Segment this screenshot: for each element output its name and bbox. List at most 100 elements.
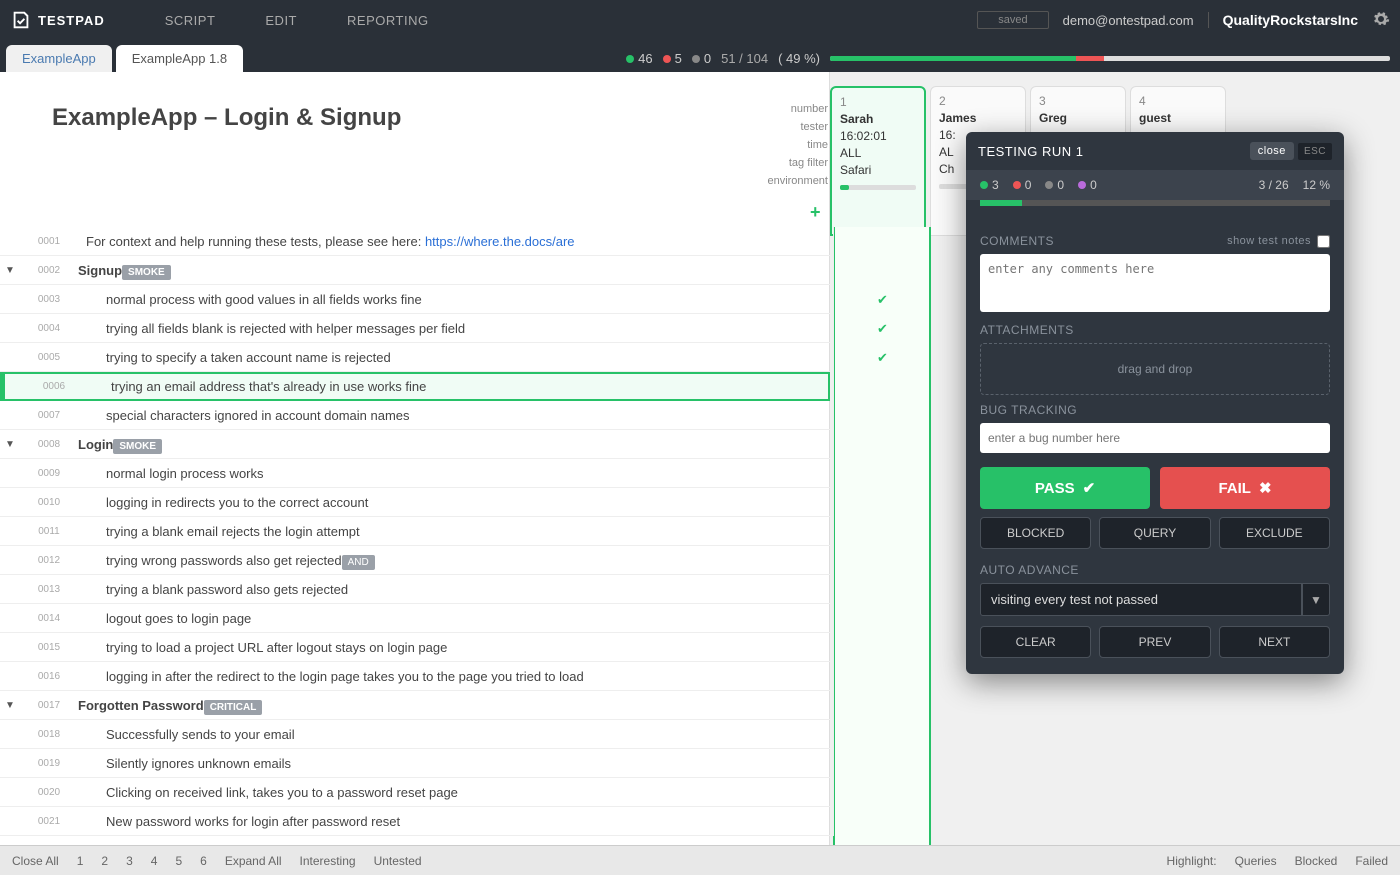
comments-input[interactable] [980,254,1330,312]
exclude-button[interactable]: EXCLUDE [1219,517,1330,549]
test-row[interactable]: 0016logging in after the redirect to the… [0,662,830,691]
test-row[interactable]: 0021New password works for login after p… [0,807,830,836]
footer-1[interactable]: 1 [77,854,84,868]
test-row[interactable]: 0015trying to load a project URL after l… [0,633,830,662]
esc-badge: ESC [1298,143,1332,160]
test-row[interactable]: 0001For context and help running these t… [0,227,830,256]
test-row[interactable]: ▼0008LoginSMOKE [0,430,830,459]
stat-percent: ( 49 %) [778,51,820,66]
result-cell[interactable] [833,459,931,488]
test-row[interactable]: 0010logging in redirects you to the corr… [0,488,830,517]
result-cell[interactable] [833,662,931,691]
result-cell[interactable] [833,546,931,575]
logo-text: TESTPAD [38,13,105,28]
test-row[interactable]: 0014logout goes to login page [0,604,830,633]
clear-button[interactable]: CLEAR [980,626,1091,658]
x-icon: ✖ [1259,479,1272,497]
result-cell[interactable]: ✔ [833,285,931,314]
nav-edit[interactable]: EDIT [265,13,297,28]
prev-button[interactable]: PREV [1099,626,1210,658]
test-row[interactable]: 0005trying to specify a taken account na… [0,343,830,372]
org-name[interactable]: QualityRockstarsInc [1208,12,1358,28]
result-cell[interactable] [833,720,931,749]
test-row[interactable]: 0004trying all fields blank is rejected … [0,314,830,343]
footer-close-all[interactable]: Close All [12,854,59,868]
result-cell[interactable] [833,517,931,546]
footer-4[interactable]: 4 [151,854,158,868]
test-row[interactable]: 0007special characters ignored in accoun… [0,401,830,430]
result-cell[interactable] [833,749,931,778]
result-cell[interactable] [833,807,931,836]
test-row[interactable]: 0012trying wrong passwords also get reje… [0,546,830,575]
footer-untested[interactable]: Untested [374,854,422,868]
stat-other: 0 [704,51,711,66]
logo-icon [10,9,32,31]
result-cell[interactable] [833,401,931,430]
result-cell[interactable] [833,575,931,604]
test-row[interactable]: ▼0002SignupSMOKE [0,256,830,285]
panel-percent: 12 % [1303,178,1330,192]
nav-reporting[interactable]: REPORTING [347,13,429,28]
result-cell[interactable] [833,372,931,401]
panel-title: TESTING RUN 1 [978,144,1250,159]
result-cell[interactable]: ✔ [833,314,931,343]
test-row[interactable]: 0003normal process with good values in a… [0,285,830,314]
result-cell[interactable] [833,430,931,459]
pass-button[interactable]: PASS✔ [980,467,1150,509]
fail-button[interactable]: FAIL✖ [1160,467,1330,509]
result-cell[interactable] [833,604,931,633]
overall-progress-bar [830,56,1390,61]
check-icon: ✔ [1083,479,1096,497]
result-cell[interactable] [833,488,931,517]
test-row[interactable]: 0013trying a blank password also gets re… [0,575,830,604]
footer-interesting[interactable]: Interesting [300,854,356,868]
blocked-button[interactable]: BLOCKED [980,517,1091,549]
test-row[interactable]: 0018Successfully sends to your email [0,720,830,749]
footer-3[interactable]: 3 [126,854,133,868]
gear-icon[interactable] [1372,10,1390,31]
test-row[interactable]: 0006trying an email address that's alrea… [0,372,830,401]
logo[interactable]: TESTPAD [10,9,105,31]
result-cell[interactable] [833,633,931,662]
next-button[interactable]: NEXT [1219,626,1330,658]
script-title: ExampleApp – Login & Signup [0,72,829,152]
panel-fraction: 3 / 26 [1259,178,1289,192]
stat-fraction: 51 / 104 [721,51,768,66]
result-cell[interactable] [833,691,931,720]
test-row[interactable]: 0011trying a blank email rejects the log… [0,517,830,546]
saved-badge: saved [977,11,1048,29]
test-row[interactable]: ▼0017Forgotten PasswordCRITICAL [0,691,830,720]
tab-exampleapp[interactable]: ExampleApp [6,45,112,72]
footer-failed[interactable]: Failed [1355,854,1388,868]
chevron-down-icon: ▼ [1302,583,1330,616]
footer-2[interactable]: 2 [101,854,108,868]
tab-exampleapp-18[interactable]: ExampleApp 1.8 [116,45,243,72]
result-cell[interactable] [833,256,931,285]
bug-input[interactable] [980,423,1330,453]
show-notes-checkbox[interactable] [1317,235,1330,248]
attachment-dropzone[interactable]: drag and drop [980,343,1330,395]
run-column-1[interactable]: 1Sarah16:02:01ALLSafari [830,86,926,236]
user-email[interactable]: demo@ontestpad.com [1063,13,1194,28]
show-test-notes[interactable]: show test notes [1227,235,1311,247]
footer-queries[interactable]: Queries [1235,854,1277,868]
close-button[interactable]: close [1250,142,1294,160]
test-row[interactable]: 0020Clicking on received link, takes you… [0,778,830,807]
footer-5[interactable]: 5 [175,854,182,868]
footer-highlight-label: Highlight: [1167,854,1217,868]
footer-expand-all[interactable]: Expand All [225,854,282,868]
test-row[interactable]: 0019Silently ignores unknown emails [0,749,830,778]
auto-advance-dropdown[interactable]: visiting every test not passed ▼ [980,583,1330,616]
nav-script[interactable]: SCRIPT [165,13,216,28]
footer-blocked[interactable]: Blocked [1295,854,1338,868]
result-cell[interactable] [833,778,931,807]
stat-fail: 5 [675,51,682,66]
test-row[interactable]: 0009normal login process works [0,459,830,488]
result-cell[interactable]: ✔ [833,343,931,372]
result-cell[interactable] [833,227,931,256]
query-button[interactable]: QUERY [1099,517,1210,549]
add-run-button[interactable]: + [810,202,821,223]
footer-6[interactable]: 6 [200,854,207,868]
run-header-labels: number tester time tag filter environmen… [750,100,828,190]
help-link[interactable]: https://where.the.docs/are [425,234,575,249]
